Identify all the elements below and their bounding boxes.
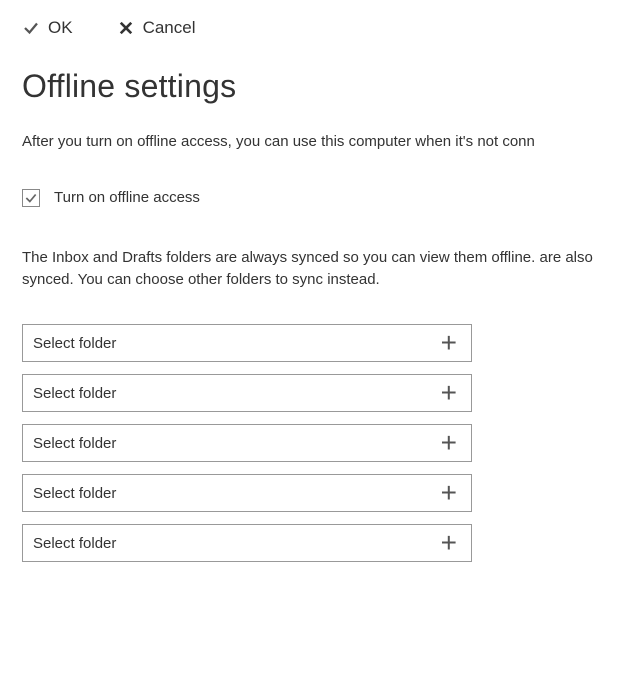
offline-access-checkbox[interactable]	[22, 189, 40, 207]
offline-access-row: Turn on offline access	[22, 189, 610, 207]
plus-icon: +	[441, 329, 461, 357]
sync-description: The Inbox and Drafts folders are always …	[22, 247, 610, 291]
cancel-button[interactable]: Cancel	[117, 18, 196, 38]
folder-selector[interactable]: Select folder +	[22, 474, 472, 512]
close-icon	[117, 19, 135, 37]
folder-selector[interactable]: Select folder +	[22, 424, 472, 462]
ok-button-label: OK	[48, 18, 73, 38]
folder-selector-label: Select folder	[33, 485, 116, 502]
offline-access-label: Turn on offline access	[54, 189, 200, 206]
folder-selector[interactable]: Select folder +	[22, 374, 472, 412]
folder-selector-list: Select folder + Select folder + Select f…	[22, 324, 610, 562]
cancel-button-label: Cancel	[143, 18, 196, 38]
folder-selector[interactable]: Select folder +	[22, 524, 472, 562]
toolbar: OK Cancel	[22, 18, 610, 38]
ok-button[interactable]: OK	[22, 18, 73, 38]
folder-selector-label: Select folder	[33, 335, 116, 352]
plus-icon: +	[441, 529, 461, 557]
page-title: Offline settings	[22, 68, 610, 105]
intro-text: After you turn on offline access, you ca…	[22, 131, 610, 153]
plus-icon: +	[441, 379, 461, 407]
folder-selector[interactable]: Select folder +	[22, 324, 472, 362]
folder-selector-label: Select folder	[33, 535, 116, 552]
plus-icon: +	[441, 479, 461, 507]
folder-selector-label: Select folder	[33, 385, 116, 402]
folder-selector-label: Select folder	[33, 435, 116, 452]
check-icon	[22, 19, 40, 37]
plus-icon: +	[441, 429, 461, 457]
